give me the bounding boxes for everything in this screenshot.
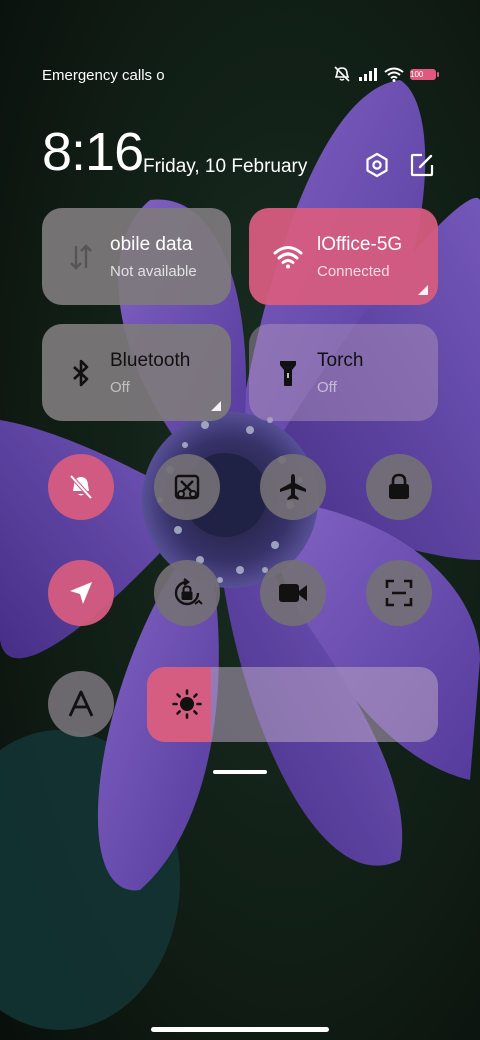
silent-icon bbox=[332, 66, 352, 82]
location-toggle[interactable] bbox=[48, 560, 114, 626]
sun-icon bbox=[172, 689, 202, 724]
screenshot-toggle[interactable] bbox=[154, 454, 220, 520]
control-center-header: 8:16 Friday, 10 February bbox=[42, 122, 438, 188]
location-icon bbox=[70, 582, 92, 604]
settings-button[interactable] bbox=[362, 150, 392, 180]
mobile-data-title: obile data bbox=[110, 234, 193, 255]
scanner-toggle[interactable] bbox=[366, 560, 432, 626]
torch-tile[interactable]: Torch Off bbox=[249, 324, 438, 421]
silent-toggle[interactable] bbox=[48, 454, 114, 520]
edit-button[interactable] bbox=[407, 150, 437, 180]
status-bar: Emergency calls o 100 bbox=[0, 62, 480, 90]
mobile-data-status: Not available bbox=[110, 263, 197, 280]
wifi-tile-icon bbox=[273, 242, 303, 272]
torch-title: Torch bbox=[317, 350, 364, 371]
bluetooth-icon bbox=[66, 358, 96, 388]
bluetooth-title: Bluetooth bbox=[110, 350, 191, 371]
bluetooth-tile[interactable]: Bluetooth Off bbox=[42, 324, 231, 421]
wifi-network-name: lOffice-5G bbox=[317, 234, 403, 255]
rotation-lock-icon bbox=[174, 578, 203, 606]
mobile-data-tile[interactable]: obile data Not available bbox=[42, 208, 231, 305]
bell-off-icon bbox=[69, 474, 93, 500]
wifi-icon bbox=[384, 67, 404, 82]
carrier-text: Emergency calls o bbox=[42, 67, 165, 84]
lock-screen-toggle[interactable] bbox=[366, 454, 432, 520]
screen-recorder-toggle[interactable] bbox=[260, 560, 326, 626]
lock-icon bbox=[389, 473, 409, 499]
battery-icon: 100 bbox=[410, 68, 439, 80]
edit-icon bbox=[410, 153, 434, 177]
video-camera-icon bbox=[279, 584, 307, 602]
clock[interactable]: 8:16 bbox=[42, 122, 144, 182]
airplane-mode-toggle[interactable] bbox=[260, 454, 326, 520]
status-icons: 100 bbox=[332, 66, 439, 82]
airplane-icon bbox=[280, 474, 306, 500]
wifi-tile[interactable]: lOffice-5G Connected bbox=[249, 208, 438, 305]
scissors-icon bbox=[174, 474, 200, 500]
expand-corner-icon[interactable] bbox=[418, 285, 428, 295]
signal-icon bbox=[358, 67, 378, 81]
rotation-lock-toggle[interactable] bbox=[154, 560, 220, 626]
mobile-data-icon bbox=[66, 242, 96, 272]
settings-icon bbox=[366, 152, 388, 178]
torch-icon bbox=[273, 358, 303, 388]
panel-drag-handle[interactable] bbox=[213, 770, 267, 774]
scan-icon bbox=[385, 579, 413, 607]
bluetooth-status: Off bbox=[110, 379, 130, 396]
gesture-nav-bar[interactable] bbox=[151, 1027, 329, 1032]
torch-status: Off bbox=[317, 379, 337, 396]
expand-corner-icon[interactable] bbox=[211, 401, 221, 411]
letter-a-icon bbox=[68, 690, 94, 717]
wifi-status: Connected bbox=[317, 263, 390, 280]
brightness-slider[interactable] bbox=[147, 667, 438, 742]
date[interactable]: Friday, 10 February bbox=[143, 156, 307, 178]
font-toggle[interactable] bbox=[48, 671, 114, 737]
